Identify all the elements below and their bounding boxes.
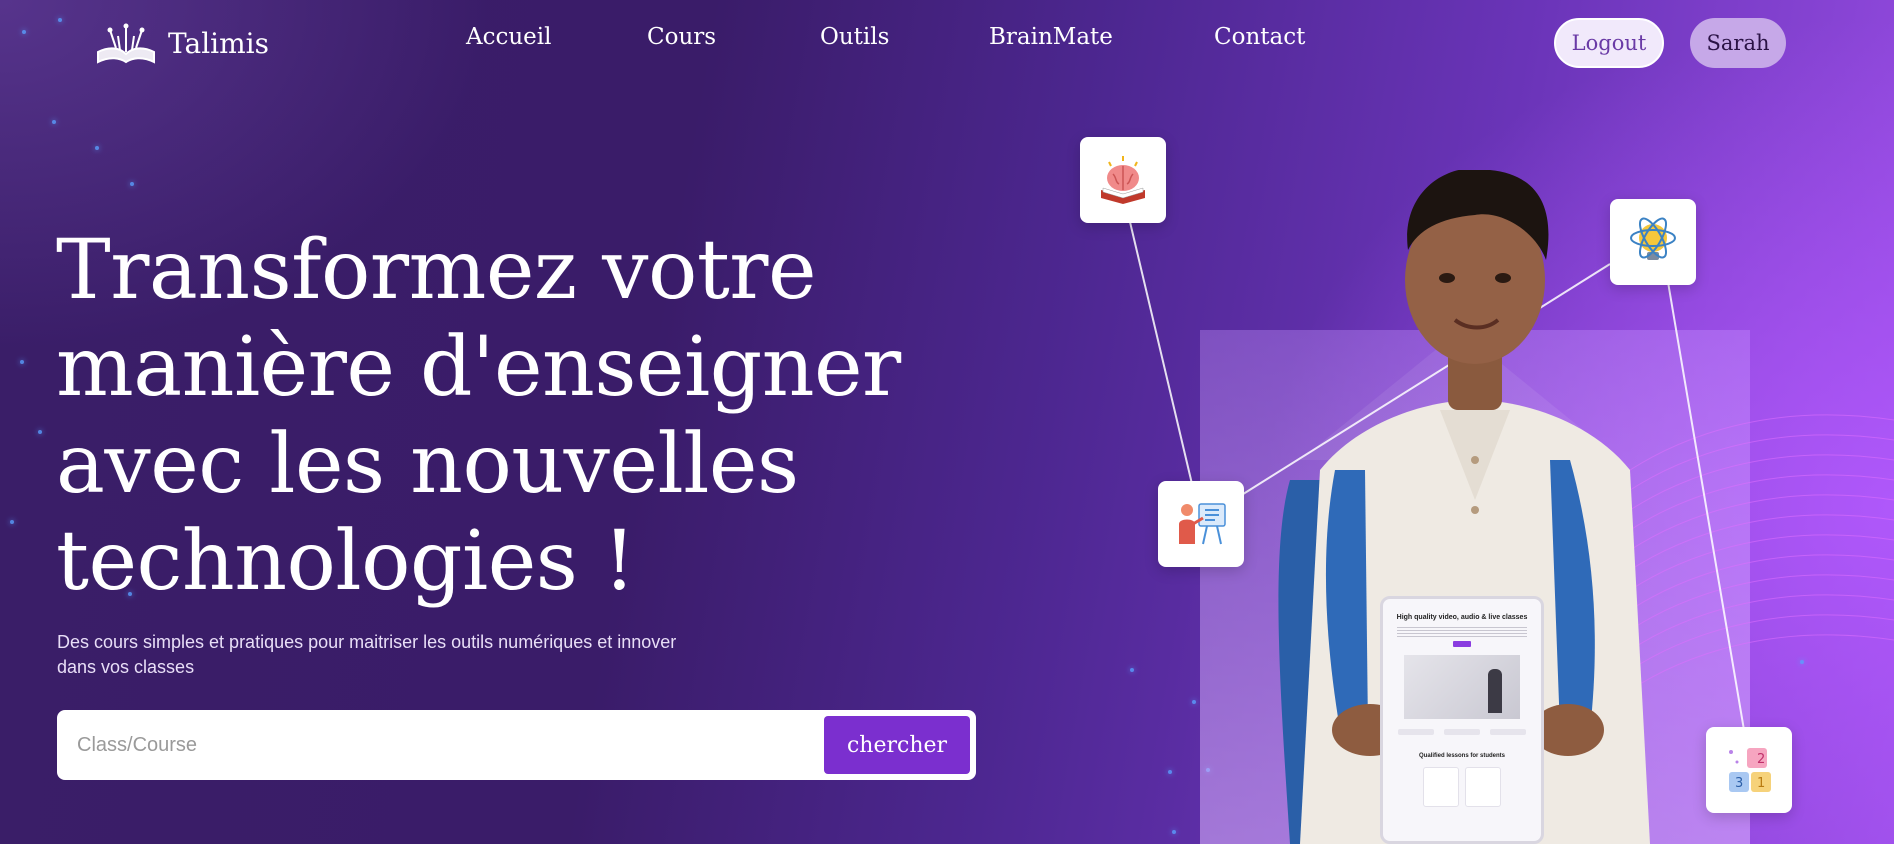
svg-text:1: 1 — [1757, 776, 1765, 791]
tablet-feature-row — [1393, 729, 1531, 735]
brand-name: Talimis — [168, 26, 269, 60]
open-book-logo-icon — [97, 23, 155, 64]
search-button[interactable]: chercher — [824, 716, 970, 774]
tablet-cards — [1383, 767, 1541, 807]
brand-logo[interactable]: Talimis — [96, 22, 269, 64]
tablet-text-lines — [1397, 627, 1527, 637]
svg-text:2: 2 — [1757, 752, 1765, 767]
logout-button[interactable]: Logout — [1554, 18, 1664, 68]
tablet-subheading: Qualified lessons for students — [1418, 753, 1505, 759]
tablet-button — [1453, 641, 1471, 647]
search-bar: chercher — [57, 710, 976, 780]
brain-book-card — [1080, 137, 1166, 223]
atom-bulb-card — [1610, 199, 1696, 285]
tablet-device: High quality video, audio & live classes… — [1380, 596, 1544, 844]
tablet-heading: High quality video, audio & live classes — [1396, 614, 1528, 621]
nav-contact[interactable]: Contact — [1214, 24, 1305, 50]
teacher-board-card — [1158, 481, 1244, 567]
tablet-image — [1404, 655, 1520, 719]
svg-text:3: 3 — [1735, 776, 1743, 791]
number-blocks-card: 2 3 1 — [1706, 727, 1792, 813]
nav-outils[interactable]: Outils — [820, 24, 989, 50]
teacher-board-icon — [1179, 503, 1226, 545]
nav-accueil[interactable]: Accueil — [466, 24, 647, 50]
user-profile-button[interactable]: Sarah — [1690, 18, 1786, 68]
search-input[interactable] — [77, 724, 857, 766]
hero-subtitle: Des cours simples et pratiques pour mait… — [57, 632, 677, 677]
hero-title: Transformez votre manière d'enseigner av… — [56, 223, 901, 609]
site-header: Talimis Accueil Cours Outils BrainMate C… — [0, 0, 1894, 86]
main-nav: Accueil Cours Outils BrainMate Contact — [466, 24, 1305, 50]
number-blocks-icon: 2 3 1 — [1729, 748, 1771, 792]
nav-brainmate[interactable]: BrainMate — [989, 24, 1214, 50]
brain-book-icon — [1101, 156, 1145, 204]
nav-cours[interactable]: Cours — [647, 24, 820, 50]
atom-bulb-icon — [1630, 217, 1676, 260]
